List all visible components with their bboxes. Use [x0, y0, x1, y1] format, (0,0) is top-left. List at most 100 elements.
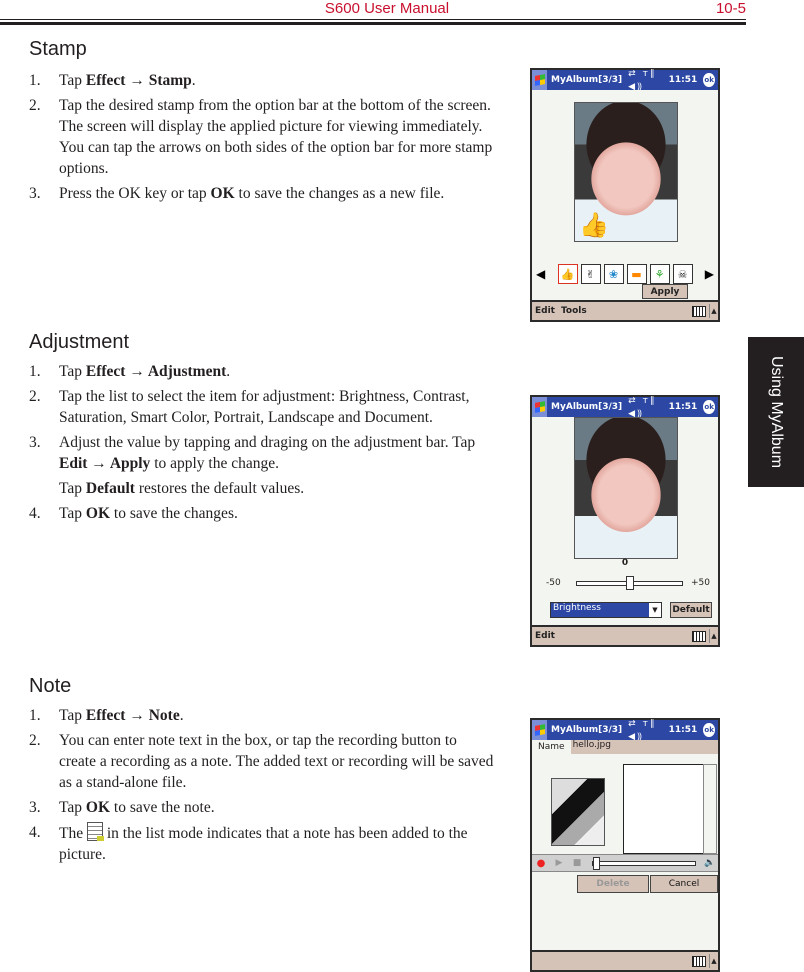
cancel-button[interactable]: Cancel [650, 875, 718, 893]
step-text: Tap the desired stamp from the option ba… [59, 97, 493, 177]
note-file-icon [86, 822, 104, 841]
chapter-side-tab: Using MyAlbum [748, 337, 804, 487]
note-text-box[interactable] [623, 764, 705, 854]
header-rule-thin [0, 19, 746, 20]
step-text: Tap OK to save the note. [59, 799, 215, 816]
menu-bar: ▲ [532, 950, 718, 970]
status-icons: ⇄ ᴛ∥ ◀⸩ [628, 718, 657, 742]
stamp-flower[interactable]: ❀ [603, 264, 624, 284]
adjust-max-label: +50 [691, 578, 710, 588]
input-menu-arrow-icon[interactable]: ▲ [709, 304, 718, 318]
stamp-option-bar: ◀ 👍 ✌ ❀ ▬ ⚘ ☠ ▶ [536, 264, 714, 284]
volume-icon[interactable]: 🔈 [702, 858, 718, 868]
ui-term: OK [85, 799, 111, 816]
apply-button[interactable]: Apply [642, 284, 688, 299]
step-item: 2. You can enter note text in the box, or… [29, 730, 494, 793]
step-item: 2. Tap the list to select the item for ad… [29, 386, 494, 428]
start-menu-icon[interactable] [532, 397, 548, 417]
section-title-adjustment: Adjustment [29, 331, 130, 353]
status-icons: ⇄ ᴛ∥ ◀⸩ [628, 68, 657, 92]
input-menu-arrow-icon[interactable]: ▲ [709, 954, 718, 968]
step-text: Adjust the value by tapping and draging … [59, 434, 476, 472]
steps-note: 1. Tap Effect → Note. 2. You can enter note… [29, 705, 494, 869]
section-title-stamp: Stamp [29, 38, 87, 60]
status-icons: ⇄ ᴛ∥ ◀⸩ [628, 395, 657, 419]
title-bar: MyAlbum[3/3] ⇄ ᴛ∥ ◀⸩ 11:51 ok [532, 68, 718, 92]
running-header-title: S600 User Manual [324, 0, 450, 17]
menu-bar: Edit ▲ [532, 625, 718, 645]
start-menu-icon[interactable] [532, 720, 548, 740]
ui-term: Effect → Adjustment [85, 363, 227, 380]
name-row: Name hello.jpg [532, 740, 718, 754]
steps-stamp: 1. Tap Effect → Stamp. 2. Tap the desired s… [29, 70, 494, 208]
step-number: 3. [29, 799, 41, 816]
ok-button[interactable]: ok [703, 73, 715, 87]
stamp-plant[interactable]: ⚘ [649, 264, 670, 284]
step-number: 2. [29, 97, 41, 114]
step-number: 2. [29, 388, 41, 405]
menu-bar: Edit Tools ▲ [532, 300, 718, 320]
stamp-sunglasses[interactable]: ▬ [626, 264, 647, 284]
ui-term: OK [210, 185, 235, 202]
adjust-type-select[interactable]: Brightness ▼ [550, 602, 662, 618]
screenshot-stamp: MyAlbum[3/3] ⇄ ᴛ∥ ◀⸩ 11:51 ok 👍 ◀ 👍 ✌ ❀ … [530, 68, 720, 322]
step-item: 2. Tap the desired stamp from the option … [29, 95, 494, 179]
playback-slider[interactable] [592, 856, 696, 870]
step-text: Tap Effect → Adjustment. [59, 363, 231, 380]
step-number: 4. [29, 824, 41, 841]
stamp-victory[interactable]: ✌ [580, 264, 601, 284]
screenshot-note: MyAlbum[3/3] ⇄ ᴛ∥ ◀⸩ 11:51 ok Name hello… [530, 718, 720, 972]
stamp-thumbs-up[interactable]: 👍 [557, 264, 578, 284]
title-bar: MyAlbum[3/3] ⇄ ᴛ∥ ◀⸩ 11:51 ok [532, 395, 718, 419]
right-arrow-icon[interactable]: ▶ [705, 267, 714, 281]
left-arrow-icon[interactable]: ◀ [536, 267, 545, 281]
step-item: 3. Press the OK key or tap OK to save the… [29, 183, 494, 204]
step-item: 3. Adjust the value by tapping and dragin… [29, 432, 494, 499]
adjustment-slider-track[interactable] [576, 576, 683, 590]
clock: 11:51 [668, 725, 698, 735]
menu-edit[interactable]: Edit [535, 306, 555, 316]
delete-button[interactable]: Delete [577, 875, 649, 893]
step-number: 3. [29, 185, 41, 202]
steps-adjustment: 1. Tap Effect → Adjustment. 2. Tap the list… [29, 361, 494, 528]
ok-button[interactable]: ok [703, 723, 715, 737]
play-button-icon[interactable]: ▶ [550, 858, 568, 868]
adjust-min-label: -50 [546, 578, 561, 588]
stamp-animal[interactable]: ☠ [672, 264, 693, 284]
adjustment-slider-thumb[interactable] [625, 576, 634, 590]
default-button[interactable]: Default [670, 602, 712, 618]
screenshot-adjustment: MyAlbum[3/3] ⇄ ᴛ∥ ◀⸩ 11:51 ok 0 -50 +50 … [530, 395, 720, 647]
step-number: 1. [29, 72, 41, 89]
menu-tools[interactable]: Tools [561, 306, 587, 316]
adjust-value: 0 [621, 558, 629, 568]
keyboard-icon[interactable] [692, 955, 706, 967]
file-name-field[interactable]: hello.jpg [570, 740, 718, 754]
thumbs-up-stamp-icon: 👍 [579, 211, 609, 239]
baby-photo [574, 417, 678, 559]
record-button-icon[interactable]: ● [532, 858, 550, 869]
step-item: 4. The in the list mode indicates that a … [29, 822, 494, 865]
start-menu-icon[interactable] [532, 70, 548, 90]
stop-button-icon[interactable]: ■ [568, 858, 586, 868]
ui-term: Edit → Apply [59, 455, 151, 472]
ok-button[interactable]: ok [703, 400, 715, 414]
app-title: MyAlbum[3/3] [551, 402, 623, 412]
keyboard-icon[interactable] [692, 305, 706, 317]
section-title-note: Note [29, 675, 72, 697]
page-number: 10-5 [715, 0, 746, 17]
input-menu-arrow-icon[interactable]: ▲ [709, 629, 718, 643]
chevron-down-icon: ▼ [652, 606, 658, 614]
keyboard-icon[interactable] [692, 630, 706, 642]
app-title: MyAlbum[3/3] [551, 75, 623, 85]
clock: 11:51 [668, 402, 698, 412]
menu-edit[interactable]: Edit [535, 631, 555, 641]
step-note: Tap Default restores the default values. [59, 480, 305, 497]
step-text: Tap Effect → Stamp. [59, 72, 196, 89]
header-rule-thick [0, 22, 746, 25]
step-text: The in the list mode indicates that a no… [59, 822, 494, 865]
step-number: 3. [29, 434, 41, 451]
step-number: 1. [29, 707, 41, 724]
step-number: 2. [29, 732, 41, 749]
ui-term: OK [85, 505, 111, 522]
note-scrollbar[interactable] [703, 764, 717, 854]
